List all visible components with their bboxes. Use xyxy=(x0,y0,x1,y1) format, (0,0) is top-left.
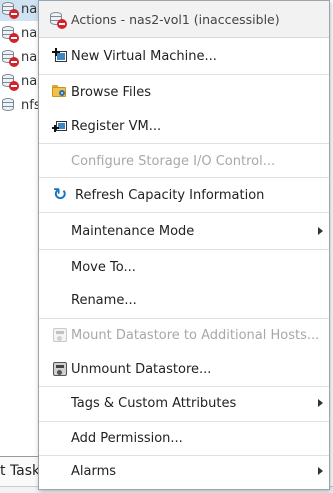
tree-item-nfs[interactable]: nfs xyxy=(0,93,41,117)
recent-tasks-tab-label: t Task xyxy=(0,463,41,479)
menu-header: Actions - nas2-vol1 (inaccessible) xyxy=(39,1,329,38)
menu-item-label: Add Permission... xyxy=(71,430,183,446)
submenu-arrow-icon xyxy=(318,399,323,407)
menu-item-label: Move To... xyxy=(71,259,136,275)
menu-item-label: Refresh Capacity Information xyxy=(75,187,265,203)
menu-item-add-permission[interactable]: Add Permission... xyxy=(39,421,329,455)
datastore-icon xyxy=(1,97,17,113)
menu-item-mount-datastore: Mount Datastore to Additional Hosts... xyxy=(39,318,329,352)
menu-item-label: Tags & Custom Attributes xyxy=(71,395,237,411)
menu-item-browse-files[interactable]: Browse Files xyxy=(39,75,329,109)
menu-separator xyxy=(39,212,329,213)
mount-datastore-icon xyxy=(52,327,68,343)
menu-item-label: Unmount Datastore... xyxy=(71,361,212,377)
menu-item-tags-custom-attributes[interactable]: Tags & Custom Attributes xyxy=(39,386,329,420)
unmount-datastore-icon xyxy=(52,361,68,377)
datastore-error-icon xyxy=(1,1,19,19)
datastore-error-icon xyxy=(1,73,19,91)
menu-item-label: Register VM... xyxy=(71,118,162,134)
menu-item-alarms[interactable]: Alarms xyxy=(39,454,329,488)
menu-item-label: Browse Files xyxy=(71,84,151,100)
folder-search-icon xyxy=(52,84,68,100)
actions-context-menu: Actions - nas2-vol1 (inaccessible) New V… xyxy=(38,0,330,490)
menu-item-label: Alarms xyxy=(71,463,117,479)
datastore-error-icon xyxy=(1,49,19,67)
submenu-arrow-icon xyxy=(318,467,323,475)
menu-item-new-virtual-machine[interactable]: New Virtual Machine... xyxy=(39,39,329,73)
menu-item-configure-storage-io-control: Configure Storage I/O Control... xyxy=(39,144,329,178)
menu-header-title: Actions - nas2-vol1 (inaccessible) xyxy=(71,11,280,27)
menu-item-refresh-capacity[interactable]: ↻ Refresh Capacity Information xyxy=(39,178,329,212)
menu-item-label: Mount Datastore to Additional Hosts... xyxy=(71,327,320,343)
menu-item-label: Rename... xyxy=(71,292,137,308)
submenu-arrow-icon xyxy=(318,227,323,235)
menu-item-label: Maintenance Mode xyxy=(71,223,195,239)
menu-item-register-vm[interactable]: Register VM... xyxy=(39,109,329,143)
menu-item-label: New Virtual Machine... xyxy=(71,48,217,64)
menu-item-move-to[interactable]: Move To... xyxy=(39,250,329,284)
menu-item-rename[interactable]: Rename... xyxy=(39,283,329,317)
menu-item-unmount-datastore[interactable]: Unmount Datastore... xyxy=(39,352,329,386)
register-vm-icon xyxy=(52,118,68,134)
new-vm-icon xyxy=(52,48,68,64)
datastore-error-icon xyxy=(49,11,67,29)
menu-item-label: Configure Storage I/O Control... xyxy=(71,153,276,169)
refresh-icon: ↻ xyxy=(52,185,68,205)
recent-tasks-tab[interactable]: t Task xyxy=(0,456,41,487)
menu-item-maintenance-mode[interactable]: Maintenance Mode xyxy=(39,214,329,248)
datastore-error-icon xyxy=(1,25,19,43)
